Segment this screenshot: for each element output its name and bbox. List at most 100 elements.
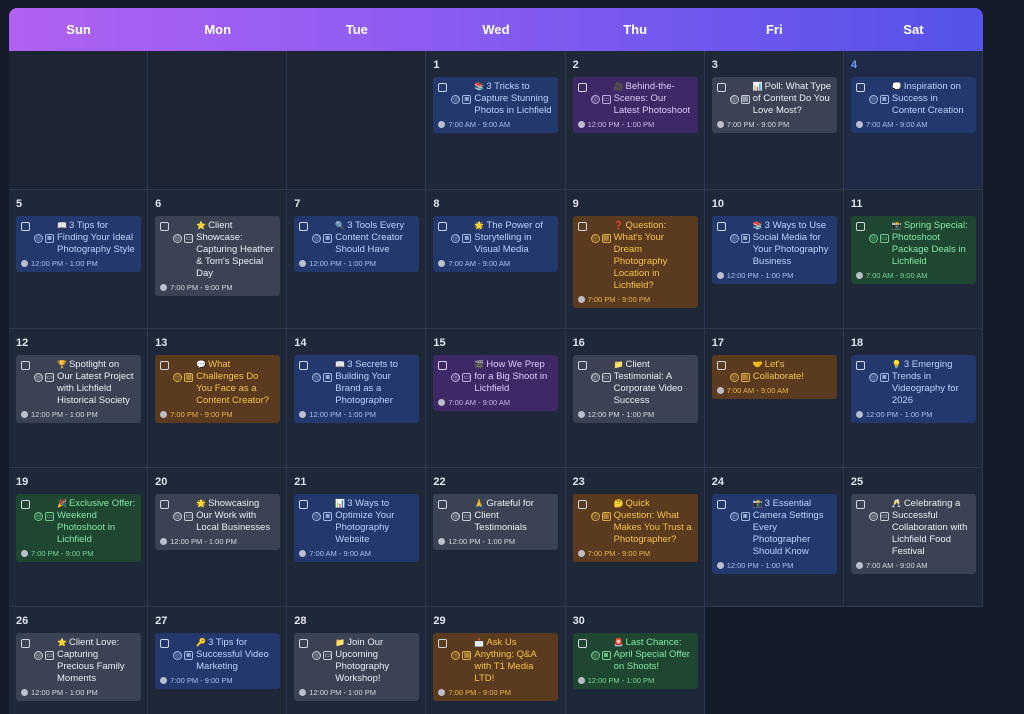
day-cell[interactable]: 17 ◎ ▦ 🤝 Let's Collaborate! 7:00 AM - 9:00 AM	[704, 329, 844, 468]
event-emoji-icon: 🤝	[752, 360, 763, 369]
event-card[interactable]: ◎ ▭ 📸 Spring Special: Photoshoot Package De…	[850, 216, 976, 284]
day-cell[interactable]: 11 ◎ ▭ 📸 Spring Special: Photoshoot Package …	[843, 190, 983, 329]
event-checkbox[interactable]	[577, 361, 587, 370]
event-checkbox[interactable]	[716, 361, 726, 370]
event-checkbox[interactable]	[577, 500, 587, 509]
event-card[interactable]: ◎ ▭ 🌟 Showcasing Our Work with Local Busine…	[155, 494, 281, 550]
event-checkbox[interactable]	[299, 361, 309, 370]
event-card[interactable]: ◎ ◙ 📸 3 Essential Camera Settings Every Pho…	[711, 494, 837, 574]
event-checkbox[interactable]	[855, 500, 865, 509]
event-card[interactable]: ◎ ◙ 📖 3 Secrets to Building Your Brand as a…	[294, 355, 420, 423]
event-checkbox[interactable]	[21, 361, 30, 370]
event-checkbox[interactable]	[160, 639, 170, 648]
event-card[interactable]: ◎ ◙ 💡 3 Emerging Trends in Videography for …	[850, 355, 976, 423]
event-card[interactable]: ◎ ▦ ❓ Question: What's Your Dream Photograp…	[572, 216, 698, 308]
event-card[interactable]: ◎ ▭ 📁 Join Our Upcoming Photography Worksho…	[294, 633, 420, 701]
day-cell[interactable]: 7 ◎ ◙ 🔍 3 Tools Every Content Creator Should…	[287, 190, 427, 329]
day-cell[interactable]: 5 ◎ ◙ 📖 3 Tips for Finding Your Ideal Photog…	[9, 190, 149, 329]
day-cell[interactable]: 28 ◎ ▭ 📁 Join Our Upcoming Photography Works…	[287, 607, 427, 714]
event-card[interactable]: ◎ ◙ 📊 3 Ways to Optimize Your Photography W…	[294, 494, 420, 562]
event-checkbox[interactable]	[577, 83, 587, 92]
empty-day-cell[interactable]	[148, 51, 288, 190]
event-card[interactable]: ◎ ▭ 🎬 How We Prep for a Big Shoot in Lichfi…	[433, 355, 559, 411]
event-checkbox[interactable]	[160, 361, 170, 370]
event-card[interactable]: ◎ ▭ 🎥 Behind-the-Scenes: Our Latest Photosh…	[572, 77, 698, 133]
day-cell[interactable]: 2 ◎ ▭ 🎥 Behind-the-Scenes: Our Latest Photos…	[565, 51, 705, 190]
instagram-icon: ◎	[590, 512, 600, 521]
event-checkbox[interactable]	[160, 222, 170, 231]
event-card[interactable]: ◎ ▭ 🥂 Celebrating a Successful Collaboratio…	[850, 494, 976, 574]
event-card[interactable]: ◎ ◙ 💭 Inspiration on Success in Content Cre…	[850, 77, 976, 133]
event-card[interactable]: ◎ ◙ 🌟 The Power of Storytelling in Visual M…	[433, 216, 559, 272]
day-cell[interactable]: 10 ◎ ◙ 📚 3 Ways to Use Social Media for Your…	[704, 190, 844, 329]
event-card[interactable]: ◎ ◙ 🔑 3 Tips for Successful Video Marketing…	[155, 633, 281, 689]
instagram-icon: ◎	[34, 234, 43, 243]
day-cell[interactable]: 27 ◎ ◙ 🔑 3 Tips for Successful Video Marketi…	[148, 607, 288, 714]
event-card[interactable]: ◎ ▦ 🤔 Quick Question: What Makes You Trust …	[572, 494, 698, 562]
event-card[interactable]: ◎ ◙ 📚 3 Tricks to Capture Stunning Photos i…	[433, 77, 559, 133]
day-cell[interactable]: 22 ◎ ▭ 🙏 Grateful for Client Testimonials 12:…	[426, 468, 566, 607]
event-card[interactable]: ◎ ◙ 🔍 3 Tools Every Content Creator Should …	[294, 216, 420, 272]
day-cell[interactable]: 8 ◎ ◙ 🌟 The Power of Storytelling in Visual …	[426, 190, 566, 329]
day-cell[interactable]: 30 ◎ ◙ 🚨 Last Chance: April Special Offer on…	[565, 607, 705, 714]
day-cell[interactable]: 26 ◎ ▭ ⭐ Client Love: Capturing Precious Fam…	[9, 607, 149, 714]
event-card[interactable]: ◎ ▭ ⭐ Client Love: Capturing Precious Famil…	[16, 633, 141, 701]
event-checkbox[interactable]	[855, 361, 865, 370]
day-cell[interactable]: 14 ◎ ◙ 📖 3 Secrets to Building Your Brand as…	[287, 329, 427, 468]
day-cell[interactable]: 1 ◎ ◙ 📚 3 Tricks to Capture Stunning Photos …	[426, 51, 566, 190]
event-card[interactable]: ◎ ◙ 🚨 Last Chance: April Special Offer on S…	[572, 633, 698, 689]
event-checkbox[interactable]	[577, 639, 587, 648]
empty-day-cell[interactable]	[9, 51, 149, 190]
event-checkbox[interactable]	[716, 500, 726, 509]
day-cell[interactable]: 3 ◎ ▦ 📊 Poll: What Type of Content Do You Lo…	[704, 51, 844, 190]
day-cell[interactable]: 19 ◎ ▭ 🎉 Exclusive Offer: Weekend Photoshoot…	[9, 468, 149, 607]
event-checkbox[interactable]	[160, 500, 170, 509]
event-checkbox[interactable]	[299, 222, 309, 231]
day-cell[interactable]: 23 ◎ ▦ 🤔 Quick Question: What Makes You Trus…	[565, 468, 705, 607]
event-checkbox[interactable]	[21, 639, 30, 648]
event-card[interactable]: ◎ ▭ ⭐ Client Showcase: Capturing Heather & …	[155, 216, 281, 296]
event-time-text: 12:00 PM - 1:00 PM	[309, 410, 376, 419]
day-cell[interactable]: 20 ◎ ▭ 🌟 Showcasing Our Work with Local Busi…	[148, 468, 288, 607]
event-checkbox[interactable]	[716, 83, 726, 92]
day-cell[interactable]: 24 ◎ ◙ 📸 3 Essential Camera Settings Every P…	[704, 468, 844, 607]
event-card[interactable]: ◎ ▦ 📩 Ask Us Anything: Q&A with T1 Media LT…	[433, 633, 559, 701]
event-title: Client Showcase: Capturing Heather & Tom…	[196, 220, 274, 279]
day-cell[interactable]: 25 ◎ ▭ 🥂 Celebrating a Successful Collaborat…	[843, 468, 983, 607]
event-checkbox[interactable]	[21, 500, 30, 509]
event-card[interactable]: ◎ ▭ 🙏 Grateful for Client Testimonials 12:00…	[433, 494, 559, 550]
empty-day-cell[interactable]	[287, 51, 427, 190]
event-checkbox[interactable]	[299, 639, 309, 648]
event-checkbox[interactable]	[438, 83, 448, 92]
day-cell[interactable]: 15 ◎ ▭ 🎬 How We Prep for a Big Shoot in Lich…	[426, 329, 566, 468]
event-checkbox[interactable]	[438, 500, 448, 509]
day-cell[interactable]: 16 ◎ ▭ 📁 Client Testimonial: A Corporate Vid…	[565, 329, 705, 468]
event-card[interactable]: ◎ ◙ 📖 3 Tips for Finding Your Ideal Photogr…	[16, 216, 141, 272]
event-card[interactable]: ◎ ▦ 🤝 Let's Collaborate! 7:00 AM - 9:00 AM	[711, 355, 837, 399]
day-cell[interactable]: 12 ◎ ▭ 🏆 Spotlight on Our Latest Project wit…	[9, 329, 149, 468]
event-checkbox[interactable]	[21, 222, 30, 231]
event-emoji-icon: 💭	[891, 82, 902, 91]
event-card[interactable]: ◎ ◙ 📚 3 Ways to Use Social Media for Your P…	[711, 216, 837, 284]
event-checkbox[interactable]	[438, 361, 448, 370]
clock-icon	[855, 411, 863, 418]
event-checkbox[interactable]	[577, 222, 587, 231]
day-cell[interactable]: 18 ◎ ◙ 💡 3 Emerging Trends in Videography fo…	[843, 329, 983, 468]
day-cell[interactable]: 6 ◎ ▭ ⭐ Client Showcase: Capturing Heather &…	[148, 190, 288, 329]
event-checkbox[interactable]	[716, 222, 726, 231]
event-checkbox[interactable]	[299, 500, 309, 509]
event-card[interactable]: ◎ ▭ 🎉 Exclusive Offer: Weekend Photoshoot i…	[16, 494, 141, 562]
day-cell[interactable]: 13 ◎ ▦ 💬 What Challenges Do You Face as a Co…	[148, 329, 288, 468]
day-cell[interactable]: 9 ◎ ▦ ❓ Question: What's Your Dream Photogra…	[565, 190, 705, 329]
event-card[interactable]: ◎ ▦ 💬 What Challenges Do You Face as a Cont…	[155, 355, 281, 423]
event-card[interactable]: ◎ ▦ 📊 Poll: What Type of Content Do You Lov…	[711, 77, 837, 133]
day-cell[interactable]: 29 ◎ ▦ 📩 Ask Us Anything: Q&A with T1 Media …	[426, 607, 566, 714]
event-checkbox[interactable]	[438, 639, 448, 648]
event-checkbox[interactable]	[855, 222, 865, 231]
day-cell[interactable]: 21 ◎ ◙ 📊 3 Ways to Optimize Your Photography…	[287, 468, 427, 607]
event-checkbox[interactable]	[855, 83, 865, 92]
event-checkbox[interactable]	[438, 222, 448, 231]
day-cell[interactable]: 4 ◎ ◙ 💭 Inspiration on Success in Content Cr…	[843, 51, 983, 190]
event-card[interactable]: ◎ ▭ 🏆 Spotlight on Our Latest Project with …	[16, 355, 141, 423]
event-card[interactable]: ◎ ▭ 📁 Client Testimonial: A Corporate Video…	[572, 355, 698, 423]
